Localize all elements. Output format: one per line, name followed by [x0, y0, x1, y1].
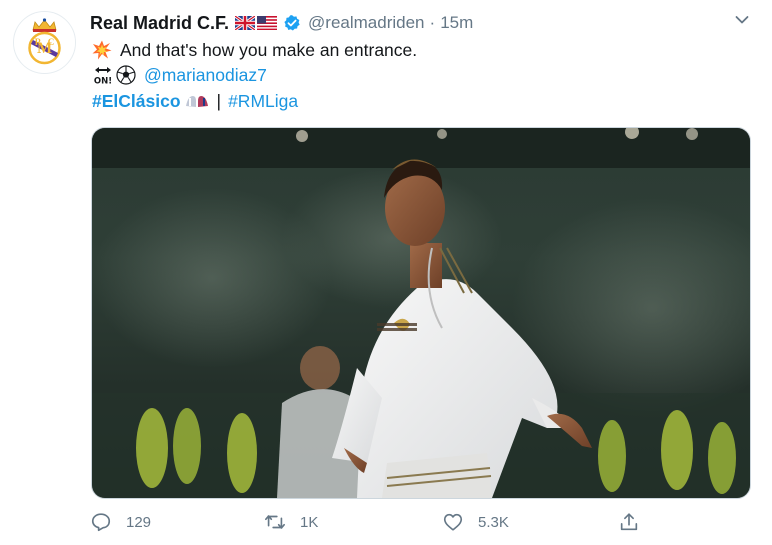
reply-icon: [91, 513, 111, 532]
tweet-text-line3: #ElClásico | #RMLiga: [92, 89, 298, 113]
verified-badge-icon: [284, 15, 300, 31]
on-arrow-emoji-icon: ON!: [94, 67, 112, 86]
retweet-button[interactable]: 1K: [264, 508, 318, 536]
flags: [235, 16, 278, 30]
tweet-text: And that's how you make an entrance.: [120, 39, 418, 60]
avatar[interactable]: M R C: [13, 11, 76, 74]
tweet-text-line1: And that's how you make an entrance.: [92, 38, 417, 62]
elclasico-emoji-icon: [185, 96, 208, 107]
timestamp[interactable]: 15m: [440, 13, 473, 33]
player-celebration-photo: [92, 128, 750, 498]
svg-text:C: C: [48, 37, 55, 47]
soccer-ball-emoji-icon: [116, 65, 136, 85]
reply-count: 129: [126, 513, 152, 531]
tweet[interactable]: M R C Real Madrid C.F. @realmadriden · 1…: [0, 0, 772, 545]
chevron-down-icon[interactable]: [735, 15, 749, 25]
explosion-emoji-icon: [92, 40, 112, 60]
share-icon: [620, 513, 638, 531]
tweet-header: Real Madrid C.F. @realmadriden · 15m: [90, 12, 473, 34]
mention-link[interactable]: @marianodiaz7: [144, 65, 267, 86]
retweet-count: 1K: [300, 513, 319, 531]
like-button[interactable]: 5.3K: [442, 508, 509, 536]
svg-text:ON!: ON!: [94, 77, 112, 86]
like-icon: [443, 513, 463, 531]
real-madrid-crest-icon: M R C: [14, 12, 75, 73]
tweet-text-line2: ON! @marianodiaz7: [92, 63, 267, 87]
hashtag-elclasico[interactable]: #ElClásico: [92, 91, 181, 112]
account-handle[interactable]: @realmadriden: [308, 13, 424, 33]
uk-flag-icon: [235, 16, 256, 30]
reply-button[interactable]: 129: [90, 508, 151, 536]
us-flag-icon: [257, 16, 278, 30]
account-name[interactable]: Real Madrid C.F.: [90, 13, 229, 34]
hashtag-divider: |: [216, 90, 222, 111]
hashtag-rmliga[interactable]: #RMLiga: [228, 91, 298, 112]
share-button[interactable]: [618, 508, 654, 536]
svg-text:R: R: [35, 37, 42, 47]
retweet-icon: [265, 515, 285, 529]
like-count: 5.3K: [478, 513, 509, 531]
tweet-photo[interactable]: [91, 127, 751, 499]
tweet-actions: 129 1K 5.3K: [90, 508, 750, 536]
separator-dot: ·: [429, 13, 436, 32]
emoji-group: ON!: [92, 65, 136, 85]
